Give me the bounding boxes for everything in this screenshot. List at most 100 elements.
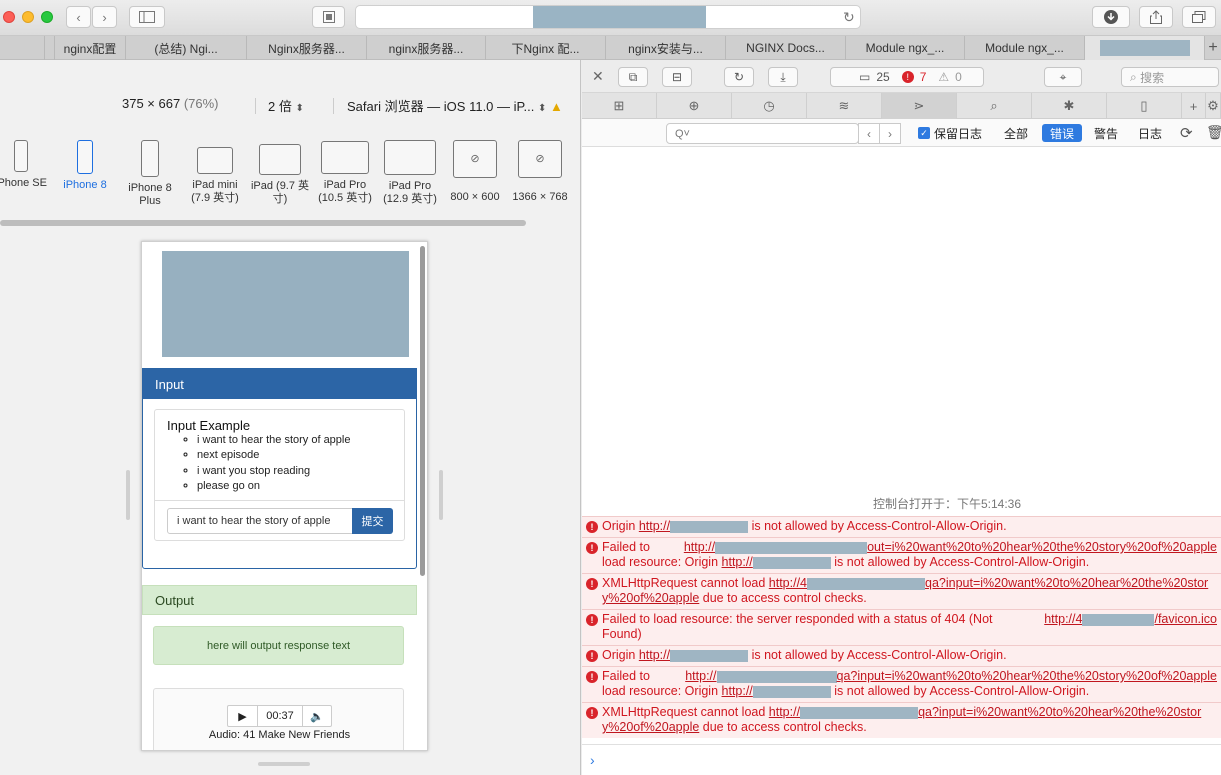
console-error-row[interactable]: ! Failed to http:// out=i%20want%20to%20h…: [582, 537, 1221, 573]
tab-debugger[interactable]: ✱: [1032, 93, 1107, 119]
device-800x600[interactable]: ⊘ 800 × 600: [443, 140, 507, 204]
console-error-row[interactable]: ! Failed to http:// qa?input=i%20want%20t…: [582, 666, 1221, 702]
tab-timelines[interactable]: ◷: [732, 93, 807, 119]
tab-label: Nginx服务器...: [268, 41, 345, 56]
filter-logs[interactable]: 日志: [1130, 124, 1170, 142]
reload-icon[interactable]: ↻: [843, 9, 855, 26]
device-ipad[interactable]: iPad (9.7 英寸): [248, 140, 312, 206]
tab[interactable]: Module ngx_...: [964, 36, 1084, 60]
back-button[interactable]: ‹: [66, 6, 91, 28]
close-window-icon[interactable]: [3, 11, 15, 23]
activity-indicator[interactable]: ▭ 25 ! 7 ⚠ 0: [830, 67, 984, 87]
download-archive-button[interactable]: ⤓: [768, 67, 798, 87]
tab-console[interactable]: ⋗: [882, 93, 957, 119]
tab-network[interactable]: ⊕: [657, 93, 732, 119]
query-input[interactable]: i want to hear the story of apple: [167, 508, 353, 534]
filter-all[interactable]: 全部: [996, 124, 1036, 142]
forward-button[interactable]: ›: [92, 6, 117, 28]
vertical-scrollbar[interactable]: [420, 246, 425, 576]
message-link[interactable]: http://: [639, 519, 670, 533]
resize-handle-bottom[interactable]: [258, 762, 310, 766]
tab[interactable]: NGINX Docs...: [725, 36, 845, 60]
zoom-window-icon[interactable]: [41, 11, 53, 23]
console-error-row[interactable]: ! Origin http:// is not allowed by Acces…: [582, 516, 1221, 537]
tab[interactable]: nginx安装与...: [605, 36, 725, 60]
message-link[interactable]: /favicon.ico: [1154, 612, 1217, 626]
tab[interactable]: Module ngx_...: [845, 36, 964, 60]
device-label: 1366 × 768: [512, 191, 568, 203]
submit-button[interactable]: 提交: [352, 508, 393, 534]
device-iphone-8-plus[interactable]: iPhone 8 Plus: [118, 140, 182, 208]
device-viewport[interactable]: Input Input Example i want to hear the s…: [141, 241, 428, 751]
new-tab-button[interactable]: +: [1182, 93, 1206, 119]
filter-errors[interactable]: 错误: [1042, 124, 1083, 142]
user-agent-select[interactable]: Safari 浏览器 — iOS 11.0 — iP... ⬍ ▲: [347, 96, 563, 115]
tab-search[interactable]: ⌕: [957, 93, 1032, 119]
dock-bottom-button[interactable]: ⊟: [662, 67, 692, 87]
device-iphone-se[interactable]: iPhone SE: [0, 140, 53, 190]
tab[interactable]: nginx配置: [54, 36, 125, 60]
tab-active[interactable]: [1084, 36, 1204, 60]
play-button[interactable]: ▶: [228, 706, 258, 726]
settings-button[interactable]: ⚙: [1206, 93, 1221, 119]
message-link[interactable]: http://: [685, 669, 716, 683]
filter-next-button[interactable]: ›: [879, 123, 901, 144]
sidebar-button[interactable]: [129, 6, 165, 28]
message-link[interactable]: http://: [722, 684, 753, 698]
tab[interactable]: (总结) Ngi...: [125, 36, 246, 60]
tab-storage[interactable]: ≋: [807, 93, 882, 119]
console-prompt[interactable]: ›: [582, 744, 1221, 775]
close-inspector-icon[interactable]: ✕: [592, 68, 604, 85]
downloads-button[interactable]: [1092, 6, 1130, 28]
address-bar[interactable]: ↻: [355, 5, 861, 29]
message-link[interactable]: out=i%20want%20to%20hear%20the%20story%2…: [867, 540, 1217, 554]
horizontal-scrollbar[interactable]: [0, 220, 526, 226]
minimize-window-icon[interactable]: [22, 11, 34, 23]
phone-icon: [14, 140, 28, 172]
console-error-row[interactable]: ! Failed to load resource: the server re…: [582, 609, 1221, 645]
new-tab-button[interactable]: +: [1204, 36, 1221, 60]
message-link[interactable]: http://4: [769, 576, 807, 590]
device-ipad-pro-12-9[interactable]: iPad Pro (12.9 英寸): [378, 140, 442, 206]
message-link[interactable]: http://4: [1044, 612, 1082, 626]
inspector-search[interactable]: ⌕ 搜索: [1121, 67, 1219, 87]
console-error-row[interactable]: ! Origin http:// is not allowed by Acces…: [582, 645, 1221, 666]
resize-handle-left[interactable]: [126, 470, 130, 520]
audio-controls: ▶ 00:37 🔈: [227, 705, 332, 727]
console-filter-input[interactable]: Q˅: [666, 123, 859, 144]
viewport-size: 375 × 667 (76%): [122, 96, 219, 111]
console-error-row[interactable]: ! XMLHttpRequest cannot load http://qa?i…: [582, 702, 1221, 738]
message-link[interactable]: qa?input=i%20want%20to%20hear%20the%20st…: [837, 669, 1218, 683]
download-icon: [1104, 10, 1118, 24]
share-button[interactable]: [1139, 6, 1173, 28]
reader-button[interactable]: [312, 6, 345, 28]
tab[interactable]: nginx服务器...: [366, 36, 485, 60]
message-link[interactable]: http://: [639, 648, 670, 662]
device-iphone-8[interactable]: iPhone 8: [53, 140, 117, 192]
resize-handle-right[interactable]: [439, 470, 443, 520]
device-ipad-pro-10-5[interactable]: iPad Pro (10.5 英寸): [313, 140, 377, 205]
detach-button[interactable]: ⧉: [618, 67, 648, 87]
message-link[interactable]: http://: [769, 705, 800, 719]
tab-resources[interactable]: ▯: [1107, 93, 1182, 119]
refresh-icon[interactable]: ⟳: [1180, 124, 1193, 142]
device-1366x768[interactable]: ⊘ 1366 × 768: [508, 140, 572, 204]
preserve-log-toggle[interactable]: ✓ 保留日志: [914, 124, 986, 142]
tab-overview-button[interactable]: [1182, 6, 1216, 28]
filter-warnings[interactable]: 警告: [1086, 124, 1126, 142]
reload-page-button[interactable]: ↻: [724, 67, 754, 87]
console-error-row[interactable]: ! XMLHttpRequest cannot load http://4 qa?…: [582, 573, 1221, 609]
dock-icon: ⊟: [671, 70, 683, 84]
tab-elements[interactable]: ⊞: [582, 93, 657, 119]
device-ipad-mini[interactable]: iPad mini (7.9 英寸): [183, 140, 247, 205]
tab[interactable]: Nginx服务器...: [246, 36, 366, 60]
trash-icon[interactable]: 🗑: [1206, 124, 1221, 141]
pixel-ratio-select[interactable]: 2 倍 ⬍: [268, 96, 304, 115]
tab[interactable]: 下Nginx 配...: [485, 36, 605, 60]
filter-prev-button[interactable]: ‹: [858, 123, 880, 144]
volume-button[interactable]: 🔈: [303, 706, 331, 726]
tab-pinned[interactable]: [44, 36, 54, 60]
element-picker-button[interactable]: ⌖: [1044, 67, 1082, 87]
message-link[interactable]: http://: [722, 555, 753, 569]
message-link[interactable]: http://: [684, 540, 715, 554]
